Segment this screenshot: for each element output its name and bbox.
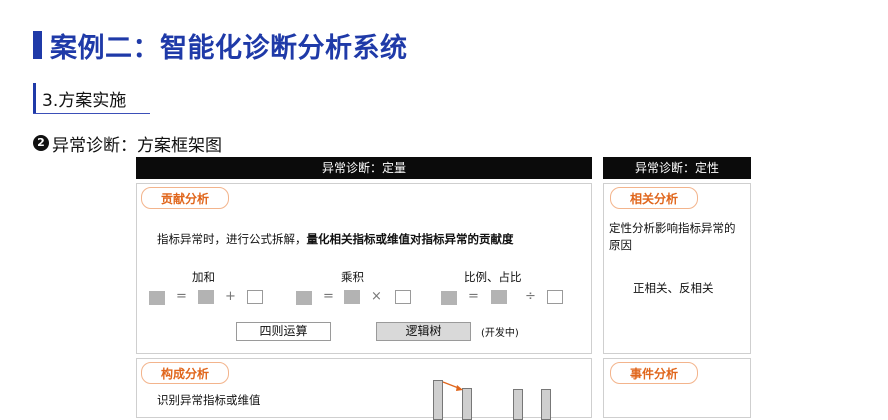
qual-column-header: 异常诊断：定性 [603,157,751,179]
divide-symbol: ÷ [525,289,536,304]
formula-term-box [344,290,360,304]
step-number-badge: 2 [33,135,49,151]
formula-result-box [149,291,165,305]
event-panel: 事件分析 [603,358,751,418]
arrow-icon [442,381,463,391]
arithmetic-button[interactable]: 四则运算 [236,322,331,341]
formula-result-box [296,291,312,305]
composition-bar [513,389,523,420]
formula-label-ratio: 比例、占比 [464,270,522,284]
section-underline [33,113,150,114]
section-accent-bar [33,83,36,113]
section-title: 3.方案实施 [42,91,127,111]
contribution-tag: 贡献分析 [141,187,229,209]
times-symbol: × [371,289,382,304]
composition-tag: 构成分析 [141,362,229,384]
formula-result-box [441,291,457,305]
formula-term-box [395,290,411,304]
formula-term-box [198,290,214,304]
plus-symbol: + [225,289,236,304]
equals-symbol: = [468,289,479,304]
formula-label-product: 乘积 [341,270,364,284]
event-tag: 事件分析 [610,362,698,384]
composition-description: 识别异常指标或维值 [157,393,261,407]
correlation-description: 定性分析影响指标异常的原因 [609,221,736,252]
formula-label-sum: 加和 [192,270,215,284]
formula-term-box [247,290,263,304]
page-title: 案例二：智能化诊断分析系统 [50,33,408,64]
contribution-desc-bold: 量化相关指标或维值对指标异常的贡献度 [306,232,514,246]
formula-term-box [547,290,563,304]
composition-panel: 构成分析 识别异常指标或维值 [136,358,592,420]
contribution-description: 指标异常时，进行公式拆解，量化相关指标或维值对指标异常的贡献度 [157,231,514,247]
correlation-tag: 相关分析 [610,187,698,209]
correlation-panel: 相关分析 定性分析影响指标异常的原因 正相关、反相关 [603,183,751,354]
contribution-panel: 贡献分析 指标异常时，进行公式拆解，量化相关指标或维值对指标异常的贡献度 加和 … [136,183,592,354]
formula-term-box [491,290,507,304]
equals-symbol: = [323,289,334,304]
in-development-note: (开发中) [481,328,519,339]
composition-bar [541,389,551,420]
diagram-title: 异常诊断：方案框架图 [52,136,222,156]
title-accent-bar [33,31,42,59]
equals-symbol: = [176,289,187,304]
correlation-detail: 正相关、反相关 [633,281,714,295]
contribution-desc-normal: 指标异常时，进行公式拆解， [157,232,307,246]
quant-column-header: 异常诊断：定量 [136,157,592,179]
logic-tree-button[interactable]: 逻辑树 [376,322,471,341]
